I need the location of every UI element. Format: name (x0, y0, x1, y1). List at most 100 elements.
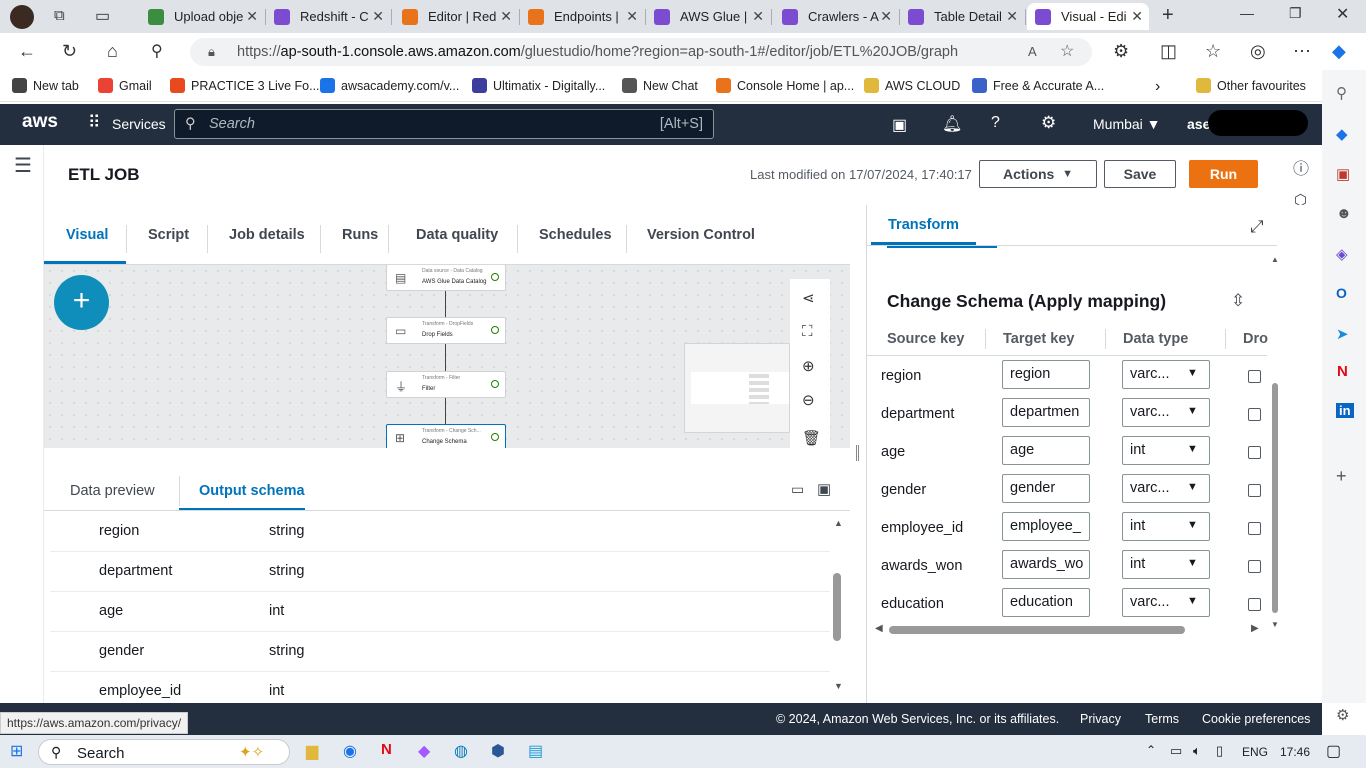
other-favourites[interactable]: Other favourites (1196, 78, 1306, 93)
favorite-item[interactable]: Free & Accurate A... (972, 78, 1104, 93)
reload-icon[interactable]: ↻ (62, 41, 77, 62)
close-window-icon[interactable]: ✕ (1336, 4, 1349, 24)
panel-collapse-icon[interactable]: ▭ (791, 481, 804, 498)
file-explorer-icon[interactable]: ▆ (306, 741, 318, 761)
panel-resize-handle[interactable] (856, 445, 859, 461)
telegram-icon[interactable]: ➤ (1336, 325, 1349, 343)
scroll-right-icon[interactable]: ▶ (1251, 623, 1259, 634)
target-key-input[interactable]: age (1002, 436, 1090, 465)
favorite-item[interactable]: Console Home | ap... (716, 78, 854, 93)
notifications-icon[interactable]: 🔔︎ (942, 114, 962, 134)
zoom-out-icon[interactable]: ⊖ (802, 391, 815, 409)
target-key-input[interactable]: departmen (1002, 398, 1090, 427)
home-icon[interactable]: ⌂ (107, 41, 118, 62)
aws-search-input[interactable]: ⚲ Search [Alt+S] (174, 109, 714, 139)
vertical-scrollbar[interactable] (1272, 383, 1278, 613)
add-sidebar-icon[interactable]: + (1336, 466, 1347, 487)
browser-tab[interactable]: Visual - Edi ✕ (1027, 3, 1149, 30)
figma-icon[interactable]: ◆ (418, 741, 430, 761)
favorite-item[interactable]: awsacademy.com/v... (320, 78, 459, 93)
new-tab-icon[interactable]: + (1162, 4, 1174, 27)
tab-close-icon[interactable]: ✕ (1006, 8, 1018, 25)
menu-icon[interactable]: ☰ (14, 153, 32, 178)
tab-schedules[interactable]: Schedules (539, 227, 612, 243)
terms-link[interactable]: Terms (1145, 712, 1179, 726)
save-button[interactable]: Save (1104, 160, 1176, 188)
tab-close-icon[interactable]: ✕ (246, 8, 258, 25)
taskbar-search[interactable]: ⚲ Search ✦✧ (38, 739, 290, 765)
tab-actions-icon[interactable]: ▭ (95, 6, 110, 26)
run-button[interactable]: Run (1189, 160, 1258, 188)
visual-canvas[interactable]: + ▤ Data source - Data Catalog AWS Glue Da… (44, 265, 850, 448)
settings-icon[interactable]: ⚙ (1336, 706, 1349, 724)
tab-output-schema[interactable]: Output schema (199, 483, 305, 499)
clock[interactable]: 17:46 (1280, 745, 1310, 759)
actions-button[interactable]: Actions ▼ (979, 160, 1097, 188)
tab-close-icon[interactable]: ✕ (626, 8, 638, 25)
minimap[interactable] (684, 343, 790, 433)
pipeline-node[interactable]: ▭ Transform - DropFields Drop Fields (386, 317, 506, 344)
tab-close-icon[interactable]: ✕ (372, 8, 384, 25)
pipeline-node[interactable]: ⊞ Transform - Change Sch... Change Schema (386, 424, 506, 448)
target-key-input[interactable]: employee_ (1002, 512, 1090, 541)
aws-logo[interactable]: aws (22, 111, 58, 133)
cookie-preferences-link[interactable]: Cookie preferences (1202, 712, 1310, 726)
back-icon[interactable]: ← (18, 41, 36, 62)
favorite-item[interactable]: PRACTICE 3 Live Fo... (170, 78, 320, 93)
browser-tab[interactable]: Upload obje ✕ (140, 3, 264, 30)
fit-view-icon[interactable]: ⛶ (802, 323, 813, 340)
target-key-input[interactable]: region (1002, 360, 1090, 389)
scroll-down-icon[interactable]: ▼ (1271, 620, 1279, 629)
chevron-right-icon[interactable]: › (1155, 78, 1160, 96)
more-menu-icon[interactable]: ⋯ (1293, 41, 1311, 62)
url-field[interactable]: 🔒︎ https://ap-south-1.console.aws.amazon… (190, 38, 1092, 66)
language-indicator[interactable]: ENG (1242, 745, 1268, 759)
outlook-icon[interactable]: O (1336, 285, 1347, 301)
target-key-input[interactable]: gender (1002, 474, 1090, 503)
search-icon[interactable]: ⚲ (151, 41, 163, 61)
scroll-up-icon[interactable]: ▲ (1271, 255, 1279, 264)
favorite-item[interactable]: AWS CLOUD (864, 78, 960, 93)
drop-checkbox[interactable] (1248, 370, 1261, 383)
services-menu[interactable]: Services (112, 116, 166, 132)
help-icon[interactable]: ? (991, 114, 1000, 132)
tab-job-details[interactable]: Job details (229, 227, 305, 243)
region-selector[interactable]: Mumbai ▼ (1093, 116, 1161, 132)
extensions-icon[interactable]: ⚙ (1113, 41, 1129, 62)
info-icon[interactable]: ⓘ (1293, 155, 1309, 179)
pipeline-node[interactable]: ▤ Data source - Data Catalog AWS Glue Data… (386, 265, 506, 291)
tab-close-icon[interactable]: ✕ (752, 8, 764, 25)
favorite-item[interactable]: New tab (12, 78, 79, 93)
browser-tab[interactable]: Table Detail ✕ (900, 3, 1024, 30)
drop-checkbox[interactable] (1248, 560, 1261, 573)
favorite-item[interactable]: Ultimatix - Digitally... (472, 78, 605, 93)
games-icon[interactable]: ◈ (1336, 245, 1348, 263)
target-key-input[interactable]: education (1002, 588, 1090, 617)
copilot-icon[interactable]: ◆ (1332, 41, 1346, 62)
windows-start-icon[interactable]: ⊞ (10, 741, 23, 761)
minimize-icon[interactable]: — (1240, 5, 1254, 21)
read-aloud-icon[interactable]: A (1028, 38, 1037, 66)
battery-icon[interactable]: ▯ (1216, 743, 1223, 759)
shopping-icon[interactable]: ◆ (1336, 125, 1348, 143)
pipeline-node[interactable]: ⏚ Transform - Filter Filter (386, 371, 506, 398)
tab-visual[interactable]: Visual (66, 227, 108, 243)
restore-icon[interactable]: ❐ (1289, 5, 1302, 22)
horizontal-scrollbar[interactable] (889, 626, 1185, 634)
workspaces-icon[interactable]: ⧉ (54, 7, 65, 24)
tools-icon[interactable]: ▣ (1336, 165, 1350, 183)
tab-close-icon[interactable]: ✕ (880, 8, 892, 25)
cloudshell-icon[interactable]: ▣ (892, 115, 907, 135)
privacy-link[interactable]: Privacy (1080, 712, 1121, 726)
volume-icon[interactable]: 🔈︎ (1193, 743, 1201, 759)
browser-tab[interactable]: Editor | Red ✕ (394, 3, 518, 30)
browser-tab[interactable]: AWS Glue | ✕ (646, 3, 770, 30)
favorite-item[interactable]: New Chat (622, 78, 698, 93)
collections-icon[interactable]: ◎ (1250, 41, 1266, 62)
tab-runs[interactable]: Runs (342, 227, 378, 243)
netflix-icon[interactable]: N (381, 741, 392, 758)
people-icon[interactable]: ☻ (1336, 205, 1352, 222)
edge-icon[interactable]: ◍ (454, 741, 468, 761)
tab-script[interactable]: Script (148, 227, 189, 243)
expand-rows-icon[interactable]: ⇳ (1231, 291, 1245, 311)
